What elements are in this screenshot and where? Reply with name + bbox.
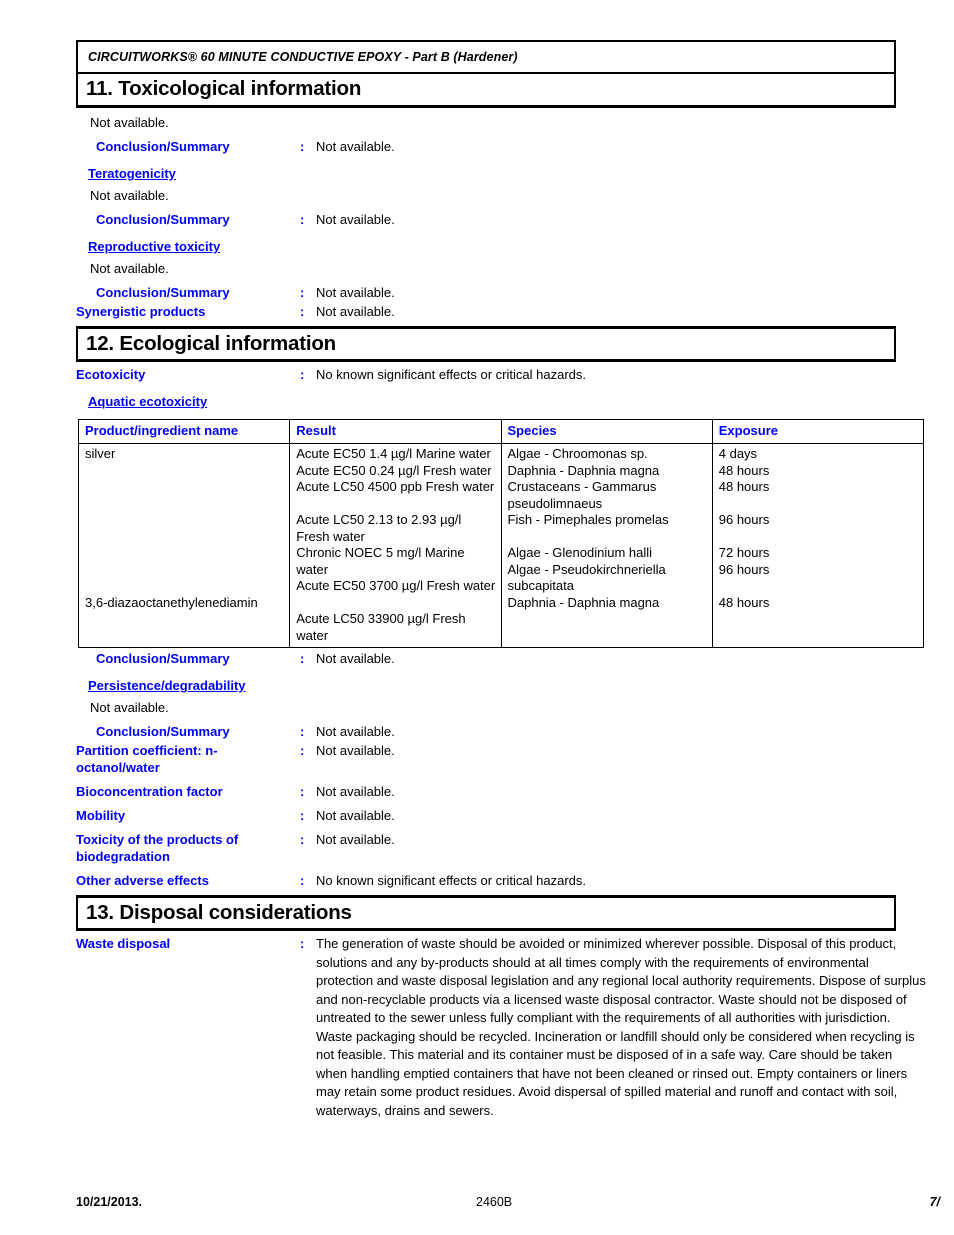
section-heading-toxicological: 11. Toxicological information <box>76 72 896 108</box>
value-conclusion-summary-3: Not available. <box>316 285 395 300</box>
ingredient-name-diazaoctanethylenediamin: 3,6-diazaoctanethylenediamin <box>85 594 258 610</box>
table-header-row: Product/ingredient name Result Species E… <box>77 419 925 444</box>
column-header-species: Species <box>500 419 713 444</box>
subheading-aquatic-ecotoxicity: Aquatic ecotoxicity <box>88 394 208 409</box>
product-title: CIRCUITWORKS® 60 MINUTE CONDUCTIVE EPOXY… <box>88 50 518 64</box>
column-header-result: Result <box>289 419 502 444</box>
value-persistence-degradability: Not available. <box>90 700 169 715</box>
value-synergistic-products: Not available. <box>316 304 395 319</box>
toxicological-intro: Not available. <box>90 115 169 130</box>
section-title-11: 11. Toxicological information <box>86 77 362 101</box>
value-eco-conclusion-summary-2: Not available. <box>316 724 395 739</box>
colon-separator: : <box>300 651 305 666</box>
colon-separator: : <box>300 304 305 319</box>
row-ecotoxicity: Ecotoxicity : No known significant effec… <box>76 366 926 383</box>
cell-exposure: 4 days 48 hours 48 hours 96 hours 72 hours… <box>711 443 925 648</box>
document-page: CIRCUITWORKS® 60 MINUTE CONDUCTIVE EPOXY… <box>0 0 954 1235</box>
colon-separator: : <box>300 139 305 154</box>
section-heading-ecological: 12. Ecological information <box>76 326 896 362</box>
value-teratogenicity: Not available. <box>90 188 169 203</box>
row-conclusion-summary-2: Conclusion/Summary : Not available. <box>76 211 926 228</box>
section-11-body: Not available. Conclusion/Summary : Not … <box>76 108 926 326</box>
section-title-12: 12. Ecological information <box>86 331 336 355</box>
row-partition-coefficient: Partition coefficient: n-octanol/water :… <box>76 742 926 776</box>
section-13-body: Waste disposal : The generation of waste… <box>76 931 926 1120</box>
table-body: silver 3,6-diazaoctanethylenediamin Acut… <box>77 443 925 648</box>
label-eco-conclusion-summary-1: Conclusion/Summary <box>96 651 230 666</box>
label-eco-conclusion-summary-2: Conclusion/Summary <box>96 724 230 739</box>
subheading-reproductive-toxicity: Reproductive toxicity <box>88 239 221 254</box>
row-other-adverse-effects: Other adverse effects : No known signifi… <box>76 872 926 889</box>
label-partition-coefficient: Partition coefficient: n-octanol/water <box>76 743 218 775</box>
row-synergistic-products: Synergistic products : Not available. <box>76 303 926 320</box>
table-row: silver 3,6-diazaoctanethylenediamin Acut… <box>77 443 925 648</box>
label-bioconcentration-factor: Bioconcentration factor <box>76 784 223 799</box>
row-bioconcentration-factor: Bioconcentration factor : Not available. <box>76 783 926 800</box>
subheading-aquatic-ecotoxicity-wrap: Aquatic ecotoxicity <box>76 388 926 411</box>
column-header-product-ingredient-name: Product/ingredient name <box>77 419 291 444</box>
row-conclusion-summary-3: Conclusion/Summary : Not available. <box>76 284 926 301</box>
label-conclusion-summary-1: Conclusion/Summary <box>96 139 230 154</box>
colon-separator: : <box>300 936 305 951</box>
label-mobility: Mobility <box>76 808 126 823</box>
subheading-persistence-degradability: Persistence/degradability <box>88 678 246 693</box>
aquatic-ecotoxicity-table: Product/ingredient name Result Species E… <box>77 419 925 648</box>
value-toxicity-biodegradation: Not available. <box>316 832 395 847</box>
cell-species: Algae - Chroomonas sp. Daphnia - Daphnia … <box>500 443 713 648</box>
page-footer: 10/21/2013. 2460B 7/ <box>76 1195 940 1209</box>
section-title-13: 13. Disposal considerations <box>86 900 352 924</box>
footer-document-code: 2460B <box>476 1195 513 1209</box>
value-bioconcentration-factor: Not available. <box>316 784 395 799</box>
value-conclusion-summary-1: Not available. <box>316 139 395 154</box>
colon-separator: : <box>300 784 305 799</box>
value-conclusion-summary-2: Not available. <box>316 212 395 227</box>
species-lines: Algae - Chroomonas sp. Daphnia - Daphnia … <box>507 446 670 610</box>
value-reproductive-toxicity: Not available. <box>90 261 169 276</box>
ingredient-name-silver: silver <box>85 446 116 461</box>
row-eco-conclusion-summary-1: Conclusion/Summary : Not available. <box>76 650 926 667</box>
subheading-teratogenicity-wrap: Teratogenicity <box>76 160 926 183</box>
result-lines: Acute EC50 1.4 µg/l Marine water Acute EC… <box>296 446 496 643</box>
table-header: Product/ingredient name Result Species E… <box>77 419 925 444</box>
label-synergistic-products: Synergistic products <box>76 304 206 319</box>
value-ecotoxicity: No known significant effects or critical… <box>316 367 586 382</box>
row-toxicity-biodegradation: Toxicity of the products of biodegradati… <box>76 831 926 865</box>
cell-result: Acute EC50 1.4 µg/l Marine water Acute EC… <box>289 443 502 648</box>
subheading-teratogenicity: Teratogenicity <box>88 166 176 181</box>
cell-product-ingredient-name: silver 3,6-diazaoctanethylenediamin <box>77 443 291 648</box>
subheading-persistence-degradability-wrap: Persistence/degradability <box>76 672 926 695</box>
row-waste-disposal: Waste disposal : The generation of waste… <box>76 935 926 1120</box>
column-header-exposure: Exposure <box>711 419 925 444</box>
section-12-body: Ecotoxicity : No known significant effec… <box>76 362 926 895</box>
colon-separator: : <box>300 808 305 823</box>
colon-separator: : <box>300 285 305 300</box>
row-conclusion-summary-1: Conclusion/Summary : Not available. <box>76 138 926 155</box>
row-eco-conclusion-summary-2: Conclusion/Summary : Not available. <box>76 723 926 740</box>
colon-separator: : <box>300 832 305 847</box>
label-toxicity-biodegradation: Toxicity of the products of biodegradati… <box>76 832 239 864</box>
label-waste-disposal: Waste disposal <box>76 936 171 951</box>
exposure-lines: 4 days 48 hours 48 hours 96 hours 72 hours… <box>718 446 770 610</box>
subheading-reproductive-toxicity-wrap: Reproductive toxicity <box>76 233 926 256</box>
value-eco-conclusion-summary-1: Not available. <box>316 651 395 666</box>
footer-date: 10/21/2013. <box>76 1195 143 1209</box>
value-waste-disposal: The generation of waste should be avoide… <box>316 936 926 1118</box>
value-other-adverse-effects: No known significant effects or critical… <box>316 873 586 888</box>
label-conclusion-summary-2: Conclusion/Summary <box>96 212 230 227</box>
label-other-adverse-effects: Other adverse effects <box>76 873 209 888</box>
colon-separator: : <box>300 212 305 227</box>
value-mobility: Not available. <box>316 808 395 823</box>
section-heading-disposal: 13. Disposal considerations <box>76 895 896 931</box>
colon-separator: : <box>300 367 305 382</box>
colon-separator: : <box>300 724 305 739</box>
document-running-header: CIRCUITWORKS® 60 MINUTE CONDUCTIVE EPOXY… <box>76 40 896 72</box>
value-partition-coefficient: Not available. <box>316 743 395 758</box>
colon-separator: : <box>300 743 305 758</box>
label-ecotoxicity: Ecotoxicity <box>76 367 146 382</box>
ingredient-name-stack: silver 3,6-diazaoctanethylenediamin <box>85 446 284 611</box>
colon-separator: : <box>300 873 305 888</box>
footer-page-number: 7/ <box>929 1195 940 1209</box>
label-conclusion-summary-3: Conclusion/Summary <box>96 285 230 300</box>
row-mobility: Mobility : Not available. <box>76 807 926 824</box>
